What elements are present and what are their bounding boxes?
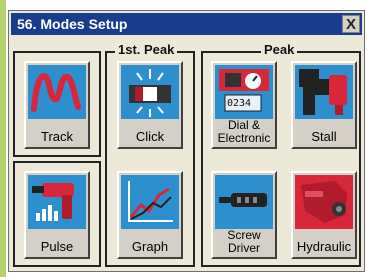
track-label: Track (40, 129, 74, 144)
hydraulic-button[interactable]: Hydraulic (291, 171, 357, 259)
track-panel: Track (13, 51, 101, 157)
click-button[interactable]: Click (117, 61, 183, 149)
dial-label-line2: Electronic (217, 131, 271, 145)
click-wrench-icon (121, 65, 179, 119)
screw-driver-label: Screw Driver (213, 229, 275, 255)
pulse-label: Pulse (40, 239, 74, 254)
dial-electronic-label: Dial & Electronic (213, 119, 275, 145)
screw-label-line2: Driver (228, 241, 260, 255)
dial-gauge-icon: 0234 (215, 65, 273, 119)
hydraulic-label: Hydraulic (296, 239, 352, 254)
track-button[interactable]: Track (24, 61, 90, 149)
first-peak-label: 1st. Peak (115, 42, 178, 57)
screwdriver-icon (215, 175, 273, 229)
stall-label: Stall (311, 129, 337, 144)
click-label: Click (135, 129, 165, 144)
pulse-panel: Pulse (13, 161, 101, 267)
dial-electronic-button[interactable]: 0234 Dial & Electronic (211, 61, 277, 149)
peak-group: Peak 0234 Dial & Electronic Stall Screw … (201, 42, 361, 267)
first-peak-group: 1st. Peak Click Graph (105, 42, 195, 267)
peak-label: Peak (261, 42, 298, 57)
background-edge (0, 0, 6, 277)
graph-icon (121, 175, 179, 229)
dialog-title: 56. Modes Setup (17, 16, 128, 32)
pulse-button[interactable]: Pulse (24, 171, 90, 259)
modes-setup-dialog: 56. Modes Setup X Track Pulse 1st. Peak … (8, 10, 365, 272)
stall-button[interactable]: Stall (291, 61, 357, 149)
graph-button[interactable]: Graph (117, 171, 183, 259)
title-bar: 56. Modes Setup X (11, 13, 362, 35)
close-button[interactable]: X (342, 15, 360, 33)
pulse-tool-icon (28, 175, 86, 229)
hydraulic-wrench-icon (295, 175, 353, 229)
graph-label: Graph (131, 239, 169, 254)
close-icon: X (345, 15, 356, 33)
stall-wrench-icon (295, 65, 353, 119)
track-icon (28, 65, 86, 119)
dial-readout: 0234 (227, 98, 252, 109)
screw-driver-button[interactable]: Screw Driver (211, 171, 277, 259)
